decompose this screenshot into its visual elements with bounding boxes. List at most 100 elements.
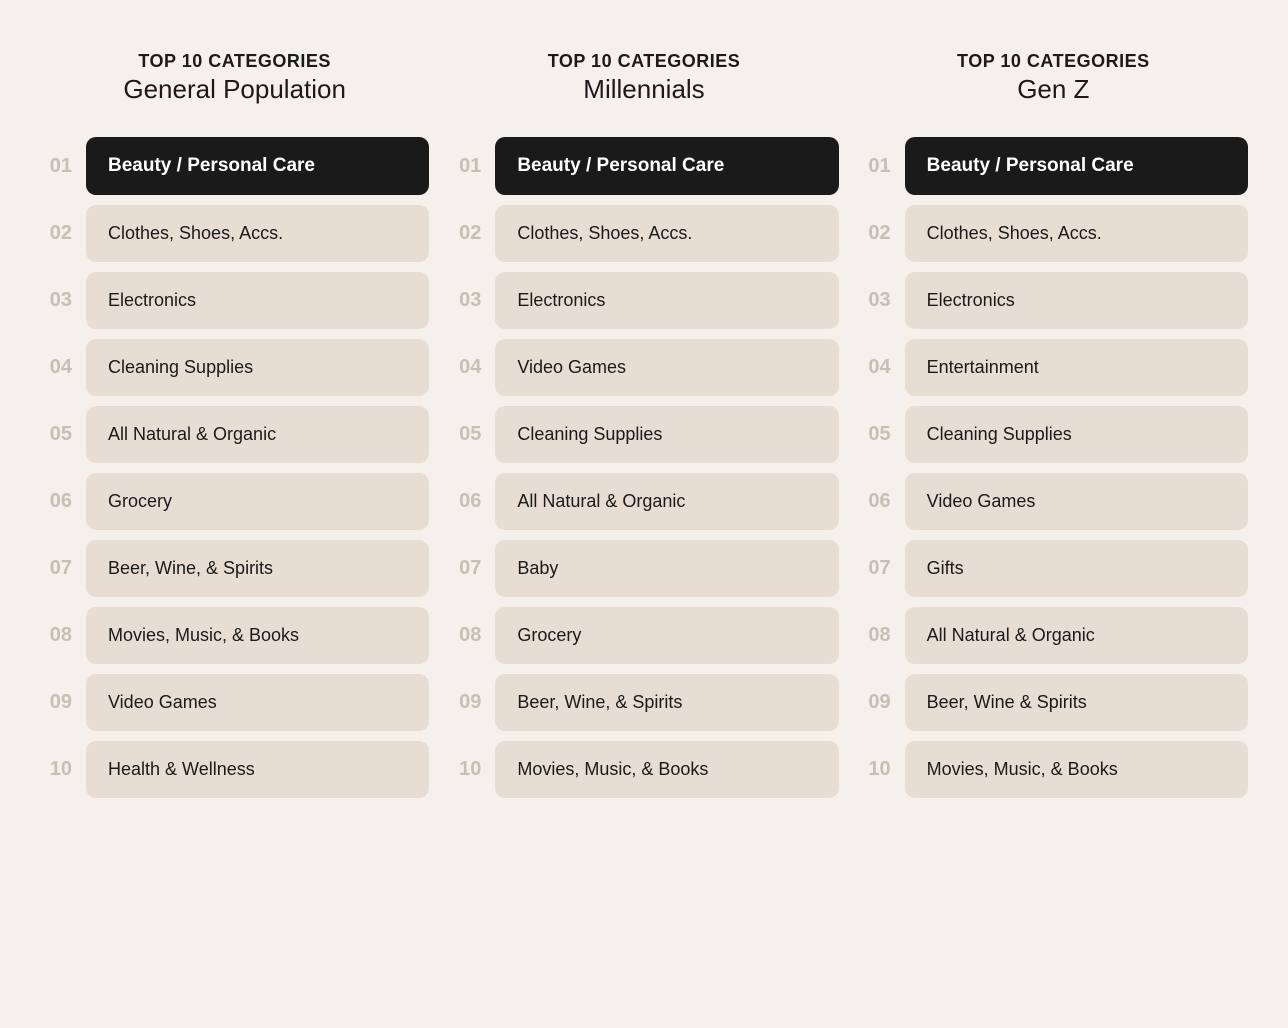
rank-number: 07 — [449, 557, 481, 580]
header-sub-label-genz: Gen Z — [869, 73, 1238, 107]
column-general: TOP 10 CATEGORIESGeneral Population 01 Bea… — [40, 30, 429, 798]
rank-number: 06 — [449, 490, 481, 513]
category-label: Grocery — [86, 473, 429, 530]
list-item: 06 Grocery — [40, 473, 429, 530]
header-millennials: TOP 10 CATEGORIESMillennials — [449, 30, 838, 137]
rank-number: 10 — [859, 758, 891, 781]
list-item: 02 Clothes, Shoes, Accs. — [40, 205, 429, 262]
category-label: Beauty / Personal Care — [905, 137, 1248, 195]
list-item: 01 Beauty / Personal Care — [859, 137, 1248, 195]
column-millennials: TOP 10 CATEGORIESMillennials 01 Beauty / P… — [449, 30, 838, 798]
list-item: 07 Gifts — [859, 540, 1248, 597]
header-sub-label-general: General Population — [50, 73, 419, 107]
list-item: 10 Movies, Music, & Books — [449, 741, 838, 798]
rank-number: 03 — [40, 289, 72, 312]
rank-number: 01 — [40, 155, 72, 178]
rank-number: 01 — [449, 155, 481, 178]
column-genz: TOP 10 CATEGORIESGen Z 01 Beauty / Persona… — [859, 30, 1248, 798]
list-item: 04 Cleaning Supplies — [40, 339, 429, 396]
list-item: 04 Entertainment — [859, 339, 1248, 396]
list-item: 01 Beauty / Personal Care — [40, 137, 429, 195]
category-list-genz: 01 Beauty / Personal Care 02 Clothes, Shoes… — [859, 137, 1248, 798]
category-label: Movies, Music, & Books — [495, 741, 838, 798]
category-label: Electronics — [86, 272, 429, 329]
category-label: Entertainment — [905, 339, 1248, 396]
list-item: 05 Cleaning Supplies — [859, 406, 1248, 463]
list-item: 04 Video Games — [449, 339, 838, 396]
category-label: Gifts — [905, 540, 1248, 597]
header-top-label-millennials: TOP 10 CATEGORIES — [459, 50, 828, 73]
category-label: Cleaning Supplies — [905, 406, 1248, 463]
rank-number: 08 — [449, 624, 481, 647]
list-item: 03 Electronics — [40, 272, 429, 329]
header-general: TOP 10 CATEGORIESGeneral Population — [40, 30, 429, 137]
category-label: Video Games — [86, 674, 429, 731]
category-label: Clothes, Shoes, Accs. — [495, 205, 838, 262]
category-label: Video Games — [905, 473, 1248, 530]
category-label: Beauty / Personal Care — [86, 137, 429, 195]
rank-number: 01 — [859, 155, 891, 178]
category-list-millennials: 01 Beauty / Personal Care 02 Clothes, Shoes… — [449, 137, 838, 798]
list-item: 10 Health & Wellness — [40, 741, 429, 798]
list-item: 03 Electronics — [859, 272, 1248, 329]
category-label: Beer, Wine, & Spirits — [86, 540, 429, 597]
list-item: 02 Clothes, Shoes, Accs. — [859, 205, 1248, 262]
list-item: 08 Grocery — [449, 607, 838, 664]
list-item: 10 Movies, Music, & Books — [859, 741, 1248, 798]
category-label: Baby — [495, 540, 838, 597]
rank-number: 05 — [449, 423, 481, 446]
category-label: Movies, Music, & Books — [905, 741, 1248, 798]
list-item: 08Movies, Music, & Books — [40, 607, 429, 664]
header-sub-label-millennials: Millennials — [459, 73, 828, 107]
rank-number: 03 — [449, 289, 481, 312]
header-top-label-general: TOP 10 CATEGORIES — [50, 50, 419, 73]
rank-number: 07 — [40, 557, 72, 580]
list-item: 09 Beer, Wine, & Spirits — [449, 674, 838, 731]
rank-number: 07 — [859, 557, 891, 580]
list-item: 09 Beer, Wine & Spirits — [859, 674, 1248, 731]
category-label: Health & Wellness — [86, 741, 429, 798]
category-label: Beer, Wine, & Spirits — [495, 674, 838, 731]
rank-number: 03 — [859, 289, 891, 312]
category-label: Video Games — [495, 339, 838, 396]
rank-number: 09 — [40, 691, 72, 714]
category-label: Electronics — [905, 272, 1248, 329]
category-label: Cleaning Supplies — [86, 339, 429, 396]
category-label: Clothes, Shoes, Accs. — [86, 205, 429, 262]
rank-number: 04 — [859, 356, 891, 379]
category-list-general: 01 Beauty / Personal Care 02 Clothes, Shoes… — [40, 137, 429, 798]
rank-number: 10 — [40, 758, 72, 781]
category-label: Electronics — [495, 272, 838, 329]
rank-number: 10 — [449, 758, 481, 781]
header-genz: TOP 10 CATEGORIESGen Z — [859, 30, 1248, 137]
category-label: Movies, Music, & Books — [86, 607, 429, 664]
list-item: 03 Electronics — [449, 272, 838, 329]
list-item: 05Cleaning Supplies — [449, 406, 838, 463]
list-item: 06All Natural & Organic — [449, 473, 838, 530]
rank-number: 05 — [859, 423, 891, 446]
list-item: 09 Video Games — [40, 674, 429, 731]
category-label: All Natural & Organic — [905, 607, 1248, 664]
rank-number: 05 — [40, 423, 72, 446]
rank-number: 09 — [859, 691, 891, 714]
list-item: 05All Natural & Organic — [40, 406, 429, 463]
category-label: Beer, Wine & Spirits — [905, 674, 1248, 731]
rank-number: 02 — [40, 222, 72, 245]
category-label: Grocery — [495, 607, 838, 664]
rank-number: 08 — [859, 624, 891, 647]
rank-number: 06 — [40, 490, 72, 513]
rank-number: 04 — [40, 356, 72, 379]
rank-number: 02 — [859, 222, 891, 245]
list-item: 08 All Natural & Organic — [859, 607, 1248, 664]
list-item: 02 Clothes, Shoes, Accs. — [449, 205, 838, 262]
rank-number: 06 — [859, 490, 891, 513]
rank-number: 09 — [449, 691, 481, 714]
category-label: Clothes, Shoes, Accs. — [905, 205, 1248, 262]
page-container: TOP 10 CATEGORIESGeneral Population01Bea… — [40, 30, 1248, 798]
rank-number: 02 — [449, 222, 481, 245]
category-label: Beauty / Personal Care — [495, 137, 838, 195]
list-item: 07 Beer, Wine, & Spirits — [40, 540, 429, 597]
rank-number: 04 — [449, 356, 481, 379]
list-item: 06 Video Games — [859, 473, 1248, 530]
list-item: 07 Baby — [449, 540, 838, 597]
